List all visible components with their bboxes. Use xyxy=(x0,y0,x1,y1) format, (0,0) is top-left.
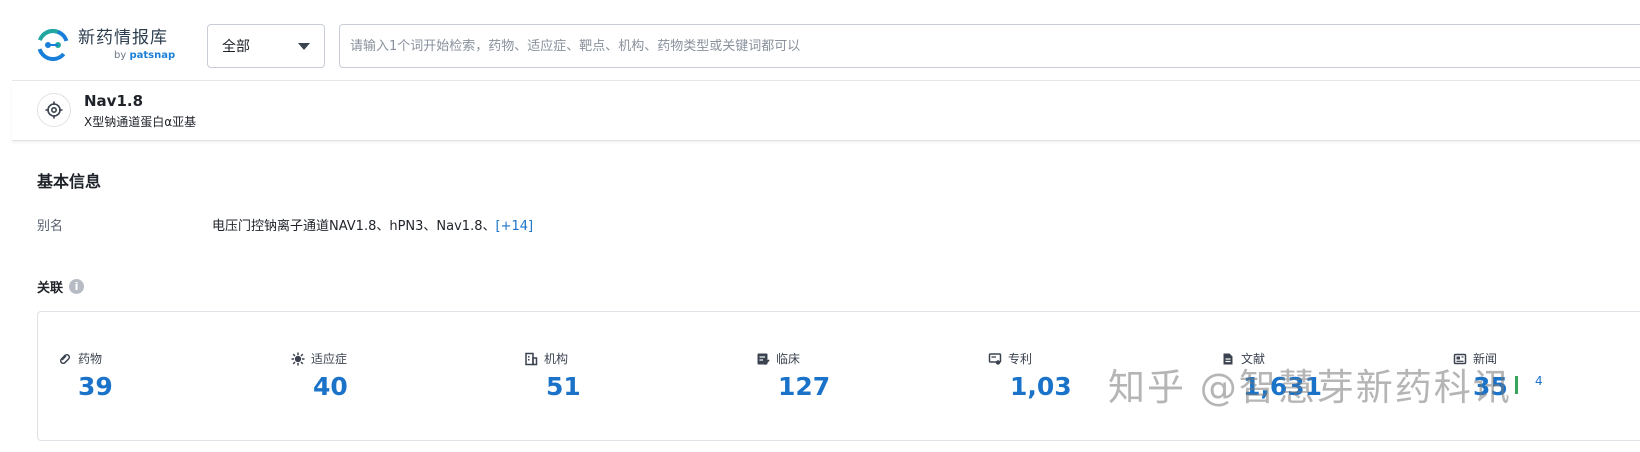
info-icon[interactable]: i xyxy=(69,279,85,294)
stat-label-text: 文献 xyxy=(1241,352,1266,366)
stat-indications[interactable]: 适应症 40 xyxy=(291,312,491,440)
stat-value-news: 35 xyxy=(1473,372,1508,401)
stat-value-patents: 1,03 xyxy=(1010,372,1072,401)
stat-label-patents: 专利 xyxy=(988,350,1032,367)
stat-clinical[interactable]: 临床 127 xyxy=(756,312,956,440)
stat-literature[interactable]: 文献 1,631 xyxy=(1221,312,1421,440)
stat-value-literature: 1,631 xyxy=(1243,372,1323,401)
patsnap-logo-icon[interactable] xyxy=(36,28,70,62)
target-name: Nav1.8 xyxy=(84,92,144,110)
stat-value-indications: 40 xyxy=(313,372,348,401)
stat-value-organizations: 51 xyxy=(546,372,581,401)
patent-icon xyxy=(988,352,1002,366)
stat-patents[interactable]: 专利 1,03 xyxy=(988,312,1188,440)
stat-drugs[interactable]: 药物 39 xyxy=(58,312,258,440)
basic-info-title: 基本信息 xyxy=(37,172,102,191)
building-icon xyxy=(524,352,538,366)
stat-label-organizations: 机构 xyxy=(524,350,568,367)
brand[interactable]: 新药情报库 by patsnap xyxy=(78,28,175,61)
search-scope-select[interactable]: 全部 xyxy=(207,24,325,68)
stat-news[interactable]: 新闻 35 4 xyxy=(1453,312,1640,440)
search-input[interactable] xyxy=(339,24,1640,68)
news-icon xyxy=(1453,352,1467,366)
stat-organizations[interactable]: 机构 51 xyxy=(524,312,724,440)
news-extra-count: 4 xyxy=(1535,374,1543,388)
brand-name: 新药情报库 xyxy=(78,28,168,48)
clinical-icon xyxy=(756,352,770,366)
stat-label-indications: 适应症 xyxy=(291,350,347,367)
stat-label-clinical: 临床 xyxy=(756,350,800,367)
stat-label-literature: 文献 xyxy=(1221,350,1265,367)
caret-down-icon xyxy=(298,42,310,50)
top-header: 新药情报库 by patsnap 全部 xyxy=(0,0,1640,80)
stat-label-text: 机构 xyxy=(544,352,569,366)
brand-by-name: patsnap xyxy=(129,50,176,61)
brand-byline: by patsnap xyxy=(114,50,175,61)
stat-label-text: 药物 xyxy=(78,352,103,366)
stat-label-drugs: 药物 xyxy=(58,350,102,367)
relations-card: 药物 39 适应症 40 机构 51 临床 127 专利 1,03 文献 1,6… xyxy=(37,311,1640,441)
virus-icon xyxy=(291,352,305,366)
alias-value: 电压门控钠离子通道NAV1.8、hPN3、Nav1.8、[+14] xyxy=(212,215,533,234)
stat-value-clinical: 127 xyxy=(778,372,831,401)
alias-label: 别名 xyxy=(37,219,64,234)
stat-label-text: 适应症 xyxy=(311,352,348,366)
document-icon xyxy=(1221,352,1235,366)
alias-more-link[interactable]: [+14] xyxy=(496,219,534,234)
pill-icon xyxy=(58,352,72,366)
target-bar: Nav1.8 X型钠通道蛋白α亚基 xyxy=(12,81,1640,141)
search-scope-value: 全部 xyxy=(222,39,250,55)
brand-by-prefix: by xyxy=(114,50,127,61)
target-subtitle: X型钠通道蛋白α亚基 xyxy=(84,115,197,129)
news-trend-bar xyxy=(1515,376,1518,394)
relations-title: 关联 i xyxy=(37,277,85,296)
alias-text: 电压门控钠离子通道NAV1.8、hPN3、Nav1.8、 xyxy=(212,219,496,234)
stat-value-drugs: 39 xyxy=(78,372,113,401)
relations-title-text: 关联 xyxy=(37,281,64,296)
stat-label-news: 新闻 xyxy=(1453,350,1497,367)
news-trend-chart xyxy=(1515,372,1518,394)
stat-label-text: 新闻 xyxy=(1473,352,1498,366)
stat-label-text: 临床 xyxy=(776,352,801,366)
stat-label-text: 专利 xyxy=(1008,352,1033,366)
target-icon xyxy=(37,93,71,127)
